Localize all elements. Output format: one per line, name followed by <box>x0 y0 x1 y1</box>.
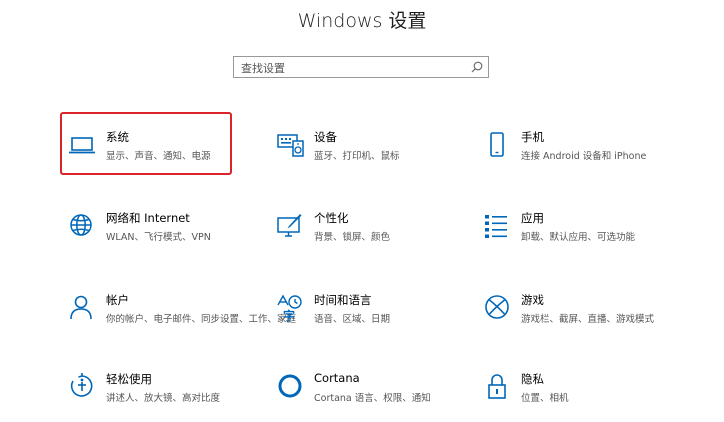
tile-desc: 游戏栏、截屏、直播、游戏模式 <box>521 314 655 325</box>
laptop-icon <box>68 130 98 160</box>
tile-phone[interactable]: 手机 连接 Android 设备和 iPhone <box>483 124 683 180</box>
paint-monitor-icon <box>276 211 306 241</box>
tile-title: 网络和 Internet <box>106 211 190 225</box>
tile-network[interactable]: 网络和 Internet WLAN、飞行模式、VPN <box>68 205 268 261</box>
tile-title: 游戏 <box>521 293 544 307</box>
tile-ease-of-access[interactable]: 轻松使用 讲述人、放大镜、高对比度 <box>68 366 268 422</box>
tile-title: Cortana <box>314 371 360 385</box>
tile-title: 帐户 <box>106 293 129 307</box>
person-icon <box>68 293 98 323</box>
keyboard-speaker-icon <box>276 130 306 160</box>
phone-icon <box>483 130 513 160</box>
tile-title: 轻松使用 <box>106 372 152 386</box>
tile-title: 隐私 <box>521 372 544 386</box>
lock-icon <box>483 372 513 402</box>
tile-desc: 显示、声音、通知、电源 <box>106 151 211 162</box>
tile-desc: WLAN、飞行模式、VPN <box>106 232 211 243</box>
tile-cortana[interactable]: Cortana Cortana 语言、权限、通知 <box>276 366 476 422</box>
tile-desc: 讲述人、放大镜、高对比度 <box>106 393 221 404</box>
tile-title: 系统 <box>106 130 129 144</box>
tile-desc: 连接 Android 设备和 iPhone <box>521 151 647 162</box>
tile-title: 应用 <box>521 211 544 225</box>
cortana-icon <box>276 372 306 402</box>
search-input[interactable]: 查找设置 <box>233 56 489 78</box>
tile-desc: 位置、相机 <box>521 393 569 404</box>
tile-title: 时间和语言 <box>314 293 372 307</box>
app-list-icon <box>483 211 513 241</box>
tile-title: 设备 <box>314 130 337 144</box>
ease-of-access-icon <box>68 372 98 402</box>
globe-icon <box>68 211 98 241</box>
tile-privacy[interactable]: 隐私 位置、相机 <box>483 366 683 422</box>
tile-desc: 蓝牙、打印机、鼠标 <box>314 151 400 162</box>
tile-personalization[interactable]: 个性化 背景、锁屏、颜色 <box>276 205 476 261</box>
tile-title: 个性化 <box>314 211 349 225</box>
tile-title: 手机 <box>521 130 544 144</box>
tile-desc: 背景、锁屏、颜色 <box>314 232 391 243</box>
page-title: Windows 设置 <box>297 10 427 32</box>
tile-gaming[interactable]: 游戏 游戏栏、截屏、直播、游戏模式 <box>483 287 683 343</box>
tile-devices[interactable]: 设备 蓝牙、打印机、鼠标 <box>276 124 476 180</box>
time-language-icon: 字 <box>276 293 306 323</box>
search-icon[interactable] <box>470 60 484 74</box>
svg-text:字: 字 <box>283 308 295 323</box>
tile-desc: Cortana 语言、权限、通知 <box>314 393 431 404</box>
tile-system[interactable]: 系统 显示、声音、通知、电源 <box>68 124 268 180</box>
xbox-icon <box>483 293 513 323</box>
tile-desc: 你的帐户、电子邮件、同步设置、工作、家庭 <box>106 314 297 325</box>
tile-accounts[interactable]: 帐户 你的帐户、电子邮件、同步设置、工作、家庭 <box>68 287 296 343</box>
tile-desc: 语音、区域、日期 <box>314 314 391 325</box>
search-placeholder: 查找设置 <box>241 62 285 75</box>
tile-apps[interactable]: 应用 卸载、默认应用、可选功能 <box>483 205 683 261</box>
tile-time-language[interactable]: 字 时间和语言 语音、区域、日期 <box>276 287 476 343</box>
tile-desc: 卸载、默认应用、可选功能 <box>521 232 636 243</box>
